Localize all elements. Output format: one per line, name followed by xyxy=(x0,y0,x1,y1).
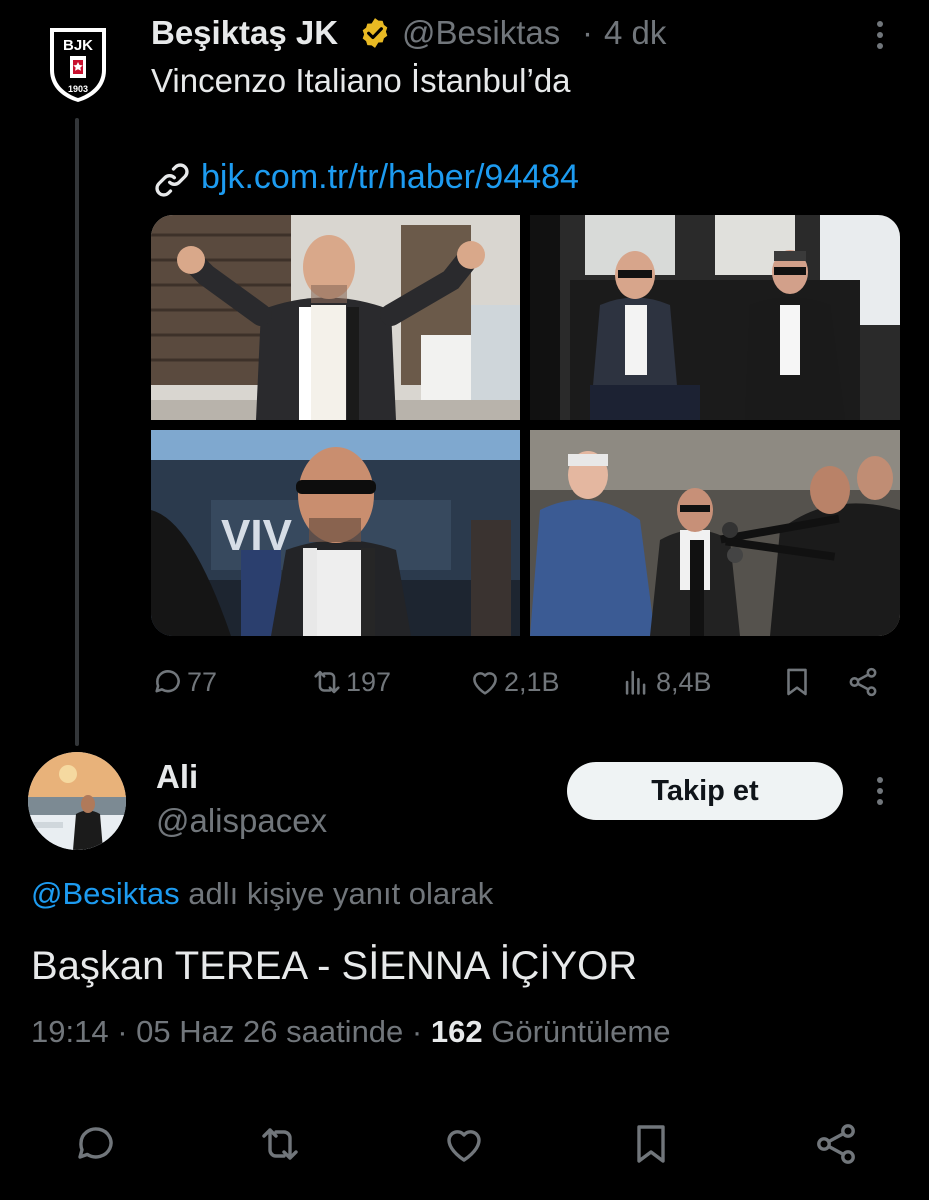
heart-icon xyxy=(473,672,497,695)
svg-text:BJK: BJK xyxy=(63,37,93,54)
more-options-icon[interactable] xyxy=(868,18,892,52)
reply-views-label: Görüntüleme xyxy=(491,1014,671,1049)
meta-separator: · xyxy=(411,1014,423,1049)
reply-author-handle[interactable]: @alispacex xyxy=(156,802,327,840)
reply-time[interactable]: 19:14 xyxy=(31,1014,109,1049)
retweet-count: 197 xyxy=(346,666,392,697)
share-action[interactable] xyxy=(812,1120,860,1168)
link-icon xyxy=(151,160,193,200)
ali-avatar[interactable] xyxy=(28,752,126,850)
reply-action[interactable]: 77 xyxy=(151,664,217,700)
reply-icon xyxy=(155,670,180,693)
retweet-action[interactable]: 197 xyxy=(310,664,391,700)
author-name[interactable]: Beşiktaş JK xyxy=(151,14,338,52)
replying-to-line: @Besiktas adlı kişiye yanıt olarak xyxy=(31,876,493,912)
bookmark-icon xyxy=(637,1125,665,1163)
photo-coach-in-vehicle[interactable] xyxy=(530,215,900,420)
like-count: 2,1B xyxy=(504,666,560,697)
bookmark-action[interactable] xyxy=(627,1120,675,1168)
views-count: 8,4B xyxy=(656,666,712,697)
reply-author-name[interactable]: Ali xyxy=(156,758,198,796)
follow-button[interactable]: Takip et xyxy=(567,762,843,820)
tweet-text: Vincenzo Italiano İstanbul’da xyxy=(151,62,571,99)
reply-date[interactable]: 05 Haz 26 saatinde xyxy=(136,1014,403,1049)
reply-text: Başkan TEREA - SİENNA İÇİYOR xyxy=(31,944,638,988)
reply-views-count: 162 xyxy=(430,1014,483,1049)
like-action[interactable]: 2,1B xyxy=(468,664,560,700)
replying-to-suffix: adlı kişiye yanıt olarak xyxy=(179,876,494,911)
share-icon xyxy=(817,1124,855,1164)
bookmark-icon xyxy=(787,668,807,696)
retweet-icon xyxy=(262,1128,298,1160)
svg-text:1903: 1903 xyxy=(68,84,88,94)
author-handle[interactable]: @Besiktas xyxy=(402,14,560,52)
tweet-meta: 19:14 · 05 Haz 26 saatinde · 162 Görüntü… xyxy=(31,1014,670,1050)
views-chart-icon xyxy=(625,670,646,695)
article-link[interactable]: bjk.com.tr/tr/haber/94484 xyxy=(201,158,579,197)
photo-grid: VIV xyxy=(151,215,900,636)
bookmark-action[interactable] xyxy=(780,664,814,700)
meta-separator: · xyxy=(117,1014,128,1049)
verified-badge-icon xyxy=(358,16,392,50)
retweet-icon xyxy=(314,670,340,694)
share-action[interactable] xyxy=(846,664,880,700)
thread-connector-line xyxy=(75,118,79,746)
more-options-icon[interactable] xyxy=(868,774,892,808)
like-action[interactable] xyxy=(440,1120,488,1168)
heart-icon xyxy=(447,1130,481,1162)
reply-icon xyxy=(78,1127,113,1159)
tweet-time[interactable]: 4 dk xyxy=(604,14,666,52)
photo-coach-sunglasses[interactable]: VIV xyxy=(151,430,520,636)
separator-dot: · xyxy=(582,14,593,51)
share-icon xyxy=(849,667,877,697)
replying-to-mention[interactable]: @Besiktas xyxy=(31,876,180,911)
photo-coach-arms-raised[interactable] xyxy=(151,215,520,420)
reply-count: 77 xyxy=(187,666,218,697)
retweet-action[interactable] xyxy=(256,1120,304,1168)
reply-action[interactable] xyxy=(72,1120,120,1168)
besiktas-avatar[interactable]: BJK 1903 xyxy=(46,24,110,104)
views-action[interactable]: 8,4B xyxy=(620,664,712,700)
photo-press-crowd[interactable] xyxy=(530,430,900,636)
